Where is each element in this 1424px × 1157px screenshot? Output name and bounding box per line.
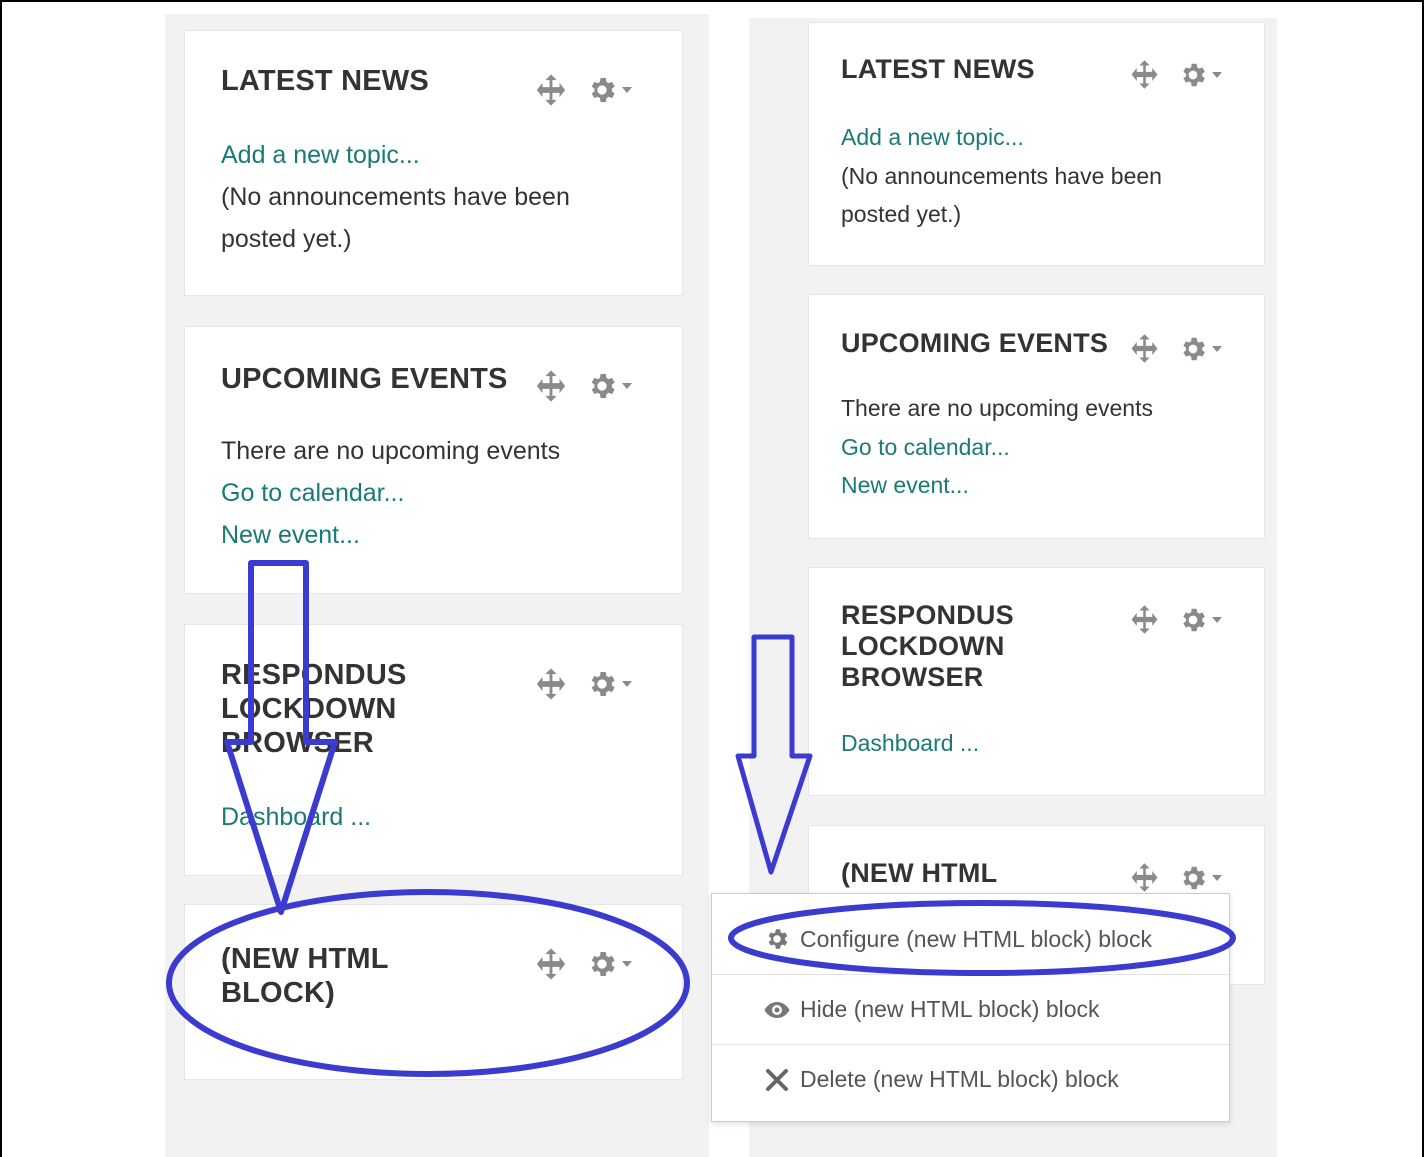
no-events-text: There are no upcoming events — [841, 395, 1153, 421]
move-icon[interactable] — [534, 369, 568, 403]
move-icon[interactable] — [1129, 604, 1160, 635]
no-announcements-text-cont: posted yet.) — [221, 225, 352, 253]
move-icon[interactable] — [534, 667, 568, 701]
block-title-line-2: BLOCK) — [221, 977, 335, 1009]
chevron-down-icon[interactable] — [1211, 616, 1223, 624]
chevron-down-icon[interactable] — [621, 382, 633, 390]
upcoming-events-block: UPCOMING EVENTS There are no upcoming ev… — [808, 294, 1265, 539]
gear-icon — [762, 926, 792, 952]
respondus-block: RESPONDUS LOCKDOWN BROWSER Dashboard ... — [184, 624, 683, 876]
respondus-block: RESPONDUS LOCKDOWN BROWSER Dashboard ... — [808, 567, 1265, 796]
block-title-line-1: (NEW HTML — [841, 858, 998, 888]
eye-icon — [762, 1000, 792, 1020]
block-title: LATEST NEWS — [841, 54, 1035, 84]
move-icon[interactable] — [1129, 862, 1160, 893]
close-icon — [762, 1068, 792, 1092]
chevron-down-icon[interactable] — [1211, 345, 1223, 353]
gear-icon[interactable] — [1178, 605, 1208, 635]
gear-icon[interactable] — [1178, 863, 1208, 893]
hide-block-menu-item[interactable]: Hide (new HTML block) block — [712, 974, 1229, 1044]
block-title-line-3: BROWSER — [221, 727, 374, 759]
go-to-calendar-link[interactable]: Go to calendar... — [841, 434, 1010, 461]
menu-item-label: Configure (new HTML block) block — [800, 925, 1152, 952]
block-title-line-1: (NEW HTML — [221, 943, 389, 975]
gear-icon[interactable] — [586, 370, 618, 402]
go-to-calendar-link[interactable]: Go to calendar... — [221, 479, 404, 508]
gear-icon[interactable] — [1178, 60, 1208, 90]
menu-item-label: Delete (new HTML block) block — [800, 1066, 1119, 1092]
no-announcements-text-cont: posted yet.) — [841, 201, 962, 227]
new-event-link[interactable]: New event... — [841, 472, 969, 499]
block-title-line-2: LOCKDOWN — [221, 693, 397, 725]
no-announcements-text: (No announcements have been — [221, 183, 570, 211]
upcoming-events-block: UPCOMING EVENTS There are no upcoming ev… — [184, 326, 683, 594]
gear-icon[interactable] — [586, 668, 618, 700]
add-topic-link[interactable]: Add a new topic... — [841, 124, 1024, 151]
block-title: UPCOMING EVENTS — [841, 328, 1109, 358]
chevron-down-icon[interactable] — [621, 960, 633, 968]
latest-news-block: LATEST NEWS Add a new topic... (No annou… — [184, 30, 683, 296]
chevron-down-icon[interactable] — [621, 680, 633, 688]
add-topic-link[interactable]: Add a new topic... — [221, 141, 420, 170]
chevron-down-icon[interactable] — [1211, 71, 1223, 79]
dashboard-link[interactable]: Dashboard ... — [221, 803, 371, 832]
no-announcements-text: (No announcements have been — [841, 163, 1162, 189]
dashboard-link[interactable]: Dashboard ... — [841, 730, 979, 757]
gear-icon[interactable] — [1178, 334, 1208, 364]
new-html-block: (NEW HTML BLOCK) — [184, 904, 683, 1080]
block-title-line-1: RESPONDUS — [221, 659, 407, 691]
block-title-line-1: RESPONDUS — [841, 600, 1014, 630]
chevron-down-icon[interactable] — [1211, 874, 1223, 882]
move-icon[interactable] — [534, 73, 568, 107]
menu-item-label: Hide (new HTML block) block — [800, 996, 1100, 1022]
block-actions-menu: Configure (new HTML block) block Hide (n… — [711, 893, 1230, 1122]
chevron-down-icon[interactable] — [621, 86, 633, 94]
block-title-line-3: BROWSER — [841, 662, 984, 692]
new-event-link[interactable]: New event... — [221, 521, 360, 550]
latest-news-block: LATEST NEWS Add a new topic... (No annou… — [808, 22, 1265, 266]
delete-block-menu-item[interactable]: Delete (new HTML block) block — [712, 1044, 1229, 1114]
move-icon[interactable] — [534, 947, 568, 981]
block-title-line-2: LOCKDOWN — [841, 631, 1005, 661]
move-icon[interactable] — [1129, 333, 1160, 364]
configure-block-menu-item[interactable]: Configure (new HTML block) block — [712, 904, 1229, 974]
move-icon[interactable] — [1129, 59, 1160, 90]
gear-icon[interactable] — [586, 74, 618, 106]
no-events-text: There are no upcoming events — [221, 437, 561, 465]
block-title: LATEST NEWS — [221, 65, 429, 97]
gear-icon[interactable] — [586, 948, 618, 980]
block-title: UPCOMING EVENTS — [221, 363, 508, 395]
